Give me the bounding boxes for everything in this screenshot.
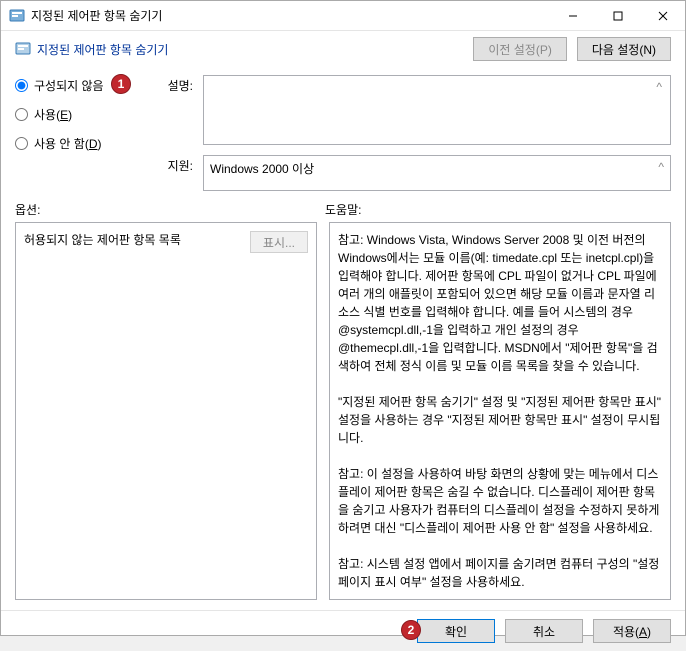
next-setting-button[interactable]: 다음 설정(N)	[577, 37, 671, 61]
annotation-marker-1: 1	[111, 74, 131, 94]
radio-not-configured[interactable]: 구성되지 않음 1	[15, 77, 145, 94]
radio-enabled-input[interactable]	[15, 108, 28, 121]
radio-enabled[interactable]: 사용(E)	[15, 106, 145, 123]
panels: 허용되지 않는 제어판 항목 목록 표시... 참고: Windows Vist…	[15, 222, 671, 600]
content-area: 구성되지 않음 1 사용(E) 사용 안 함(D) 설명: ^	[1, 67, 685, 610]
dialog-buttons: 2 확인 취소 적용(A)	[1, 610, 685, 651]
prev-setting-button[interactable]: 이전 설정(P)	[473, 37, 567, 61]
support-box: Windows 2000 이상 ^	[203, 155, 671, 191]
cancel-button[interactable]: 취소	[505, 619, 583, 643]
disallowed-list-label: 허용되지 않는 제어판 항목 목록	[24, 231, 250, 248]
close-button[interactable]	[640, 1, 685, 31]
support-row: 지원: Windows 2000 이상 ^	[159, 155, 671, 191]
maximize-button[interactable]	[595, 1, 640, 31]
desc-column: 설명: ^ 지원: Windows 2000 이상 ^	[159, 75, 671, 191]
policy-editor-window: 지정된 제어판 항목 숨기기 지정된 제어판 항목 숨기기 이전 설정(P) 다…	[0, 0, 686, 636]
radio-disabled-input[interactable]	[15, 137, 28, 150]
radio-enabled-label: 사용(E)	[34, 106, 72, 123]
annotation-marker-2: 2	[401, 620, 421, 640]
options-panel: 허용되지 않는 제어판 항목 목록 표시...	[15, 222, 317, 600]
minimize-button[interactable]	[550, 1, 595, 31]
top-section: 구성되지 않음 1 사용(E) 사용 안 함(D) 설명: ^	[15, 75, 671, 191]
titlebar: 지정된 제어판 항목 숨기기	[1, 1, 685, 31]
policy-title: 지정된 제어판 항목 숨기기	[37, 41, 473, 58]
options-label: 옵션:	[15, 201, 325, 218]
support-label: 지원:	[159, 155, 193, 174]
help-label: 도움말:	[325, 201, 671, 218]
description-box[interactable]: ^	[203, 75, 671, 145]
radio-disabled-label: 사용 안 함(D)	[34, 135, 102, 152]
radio-disabled[interactable]: 사용 안 함(D)	[15, 135, 145, 152]
policy-header: 지정된 제어판 항목 숨기기 이전 설정(P) 다음 설정(N)	[1, 31, 685, 67]
nav-buttons: 이전 설정(P) 다음 설정(N)	[473, 37, 671, 61]
ok-button-wrap: 2 확인	[417, 619, 495, 643]
description-row: 설명: ^	[159, 75, 671, 145]
ok-button[interactable]: 확인	[417, 619, 495, 643]
radio-not-configured-label: 구성되지 않음	[34, 77, 104, 94]
show-list-button: 표시...	[250, 231, 308, 253]
apply-button[interactable]: 적용(A)	[593, 619, 671, 643]
policy-icon	[15, 41, 31, 57]
app-icon	[9, 8, 25, 24]
radio-not-configured-input[interactable]	[15, 79, 28, 92]
scroll-up-icon: ^	[656, 80, 662, 94]
section-labels: 옵션: 도움말:	[15, 201, 671, 218]
help-panel[interactable]: 참고: Windows Vista, Windows Server 2008 및…	[329, 222, 671, 600]
window-controls	[550, 1, 685, 31]
state-radio-group: 구성되지 않음 1 사용(E) 사용 안 함(D)	[15, 75, 145, 191]
description-label: 설명:	[159, 75, 193, 94]
scroll-up-icon: ^	[658, 160, 664, 174]
support-value: Windows 2000 이상	[210, 160, 314, 177]
window-title: 지정된 제어판 항목 숨기기	[31, 7, 550, 24]
